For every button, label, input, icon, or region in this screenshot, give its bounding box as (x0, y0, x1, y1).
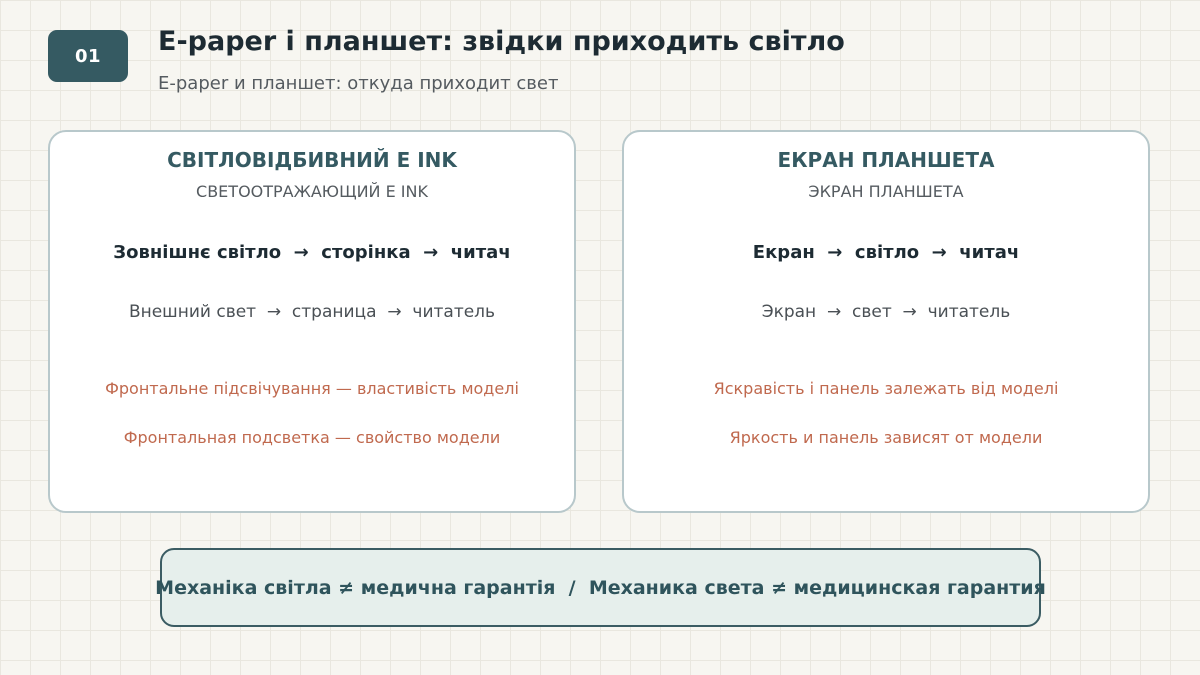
key-statement: Механіка світла ≠ медична гарантія / Мех… (155, 576, 1046, 599)
card-title: СВІТЛОВІДБИВНИЙ E INK (167, 148, 457, 172)
light-flow-ru: Экран → свет → читатель (761, 302, 1011, 322)
note-ru: Яркость и панель зависят от модели (729, 428, 1043, 447)
slide-subtitle: E-paper и планшет: откуда приходит свет (158, 73, 559, 94)
light-flow-ru: Внешний свет → страница → читатель (128, 302, 496, 322)
light-flow-uk: Зовнішнє світло → сторінка → читач (113, 242, 511, 263)
card-title: ЕКРАН ПЛАНШЕТА (777, 148, 995, 172)
light-flow-uk: Екран → світло → читач (752, 242, 1020, 263)
card-subtitle: ЭКРАН ПЛАНШЕТА (808, 182, 964, 201)
card-subtitle: СВЕТООТРАЖАЮЩИЙ E INK (196, 182, 428, 201)
note-uk: Фронтальне підсвічування — властивість м… (105, 379, 519, 398)
slide-number-badge: 01 (48, 30, 128, 82)
card-eink: СВІТЛОВІДБИВНИЙ E INK СВЕТООТРАЖАЮЩИЙ E … (48, 130, 576, 513)
note-uk: Яскравість і панель залежать від моделі (713, 379, 1059, 398)
card-tablet: ЕКРАН ПЛАНШЕТА ЭКРАН ПЛАНШЕТА Екран → св… (622, 130, 1150, 513)
note-ru: Фронтальная подсветка — свойство модели (123, 428, 501, 447)
key-statement-box: Механіка світла ≠ медична гарантія / Мех… (155, 548, 1046, 627)
slide-title: E-paper і планшет: звідки приходить світ… (158, 26, 845, 57)
